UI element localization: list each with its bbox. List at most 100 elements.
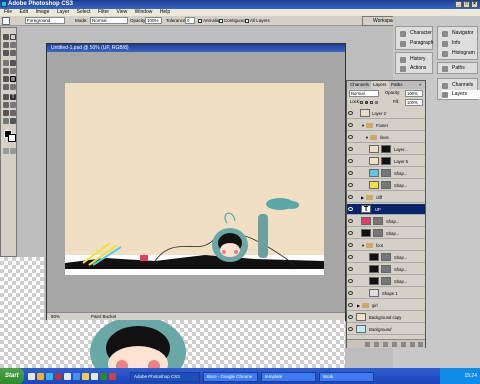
group-row[interactable]: ▼ Footer xyxy=(347,120,425,131)
expand-triangle-icon[interactable]: ▼ xyxy=(365,132,369,143)
menu-window[interactable]: Window xyxy=(135,9,153,15)
visibility-eye-icon[interactable] xyxy=(348,183,353,187)
layer-row[interactable]: Background xyxy=(347,324,425,335)
shape-tool-icon[interactable] xyxy=(10,102,16,108)
menu-edit[interactable]: Edit xyxy=(19,9,28,15)
quicklaunch-icon[interactable] xyxy=(100,373,107,380)
visibility-eye-icon[interactable] xyxy=(348,159,353,163)
dock-actions[interactable]: Actions xyxy=(400,64,438,73)
shape-row[interactable]: Shap... xyxy=(347,228,425,239)
quicklaunch-icon[interactable] xyxy=(82,373,89,380)
clock[interactable]: 15:24 xyxy=(464,373,477,379)
trash-icon[interactable] xyxy=(418,342,423,347)
notes-tool-icon[interactable] xyxy=(3,110,9,116)
blend-mode-select[interactable]: Normal xyxy=(349,90,379,97)
blur-tool-icon[interactable] xyxy=(3,84,9,90)
visibility-eye-icon[interactable] xyxy=(348,303,353,307)
group-row[interactable]: ▼ foot xyxy=(347,240,425,251)
shape-row[interactable]: Shap... xyxy=(347,264,425,275)
quicklaunch-icon[interactable] xyxy=(28,373,35,380)
move-tool-icon[interactable] xyxy=(3,34,9,40)
quicklaunch-icon[interactable] xyxy=(109,373,116,380)
fill-input[interactable]: 100% xyxy=(405,99,423,106)
dock-layers[interactable]: Layers xyxy=(442,90,480,99)
visibility-eye-icon[interactable] xyxy=(348,207,353,211)
antialias-checkbox[interactable] xyxy=(198,19,202,23)
quicklaunch-icon[interactable] xyxy=(37,373,44,380)
brush-tool-icon[interactable] xyxy=(10,60,16,66)
menu-view[interactable]: View xyxy=(116,9,127,15)
quicklaunch-icon[interactable] xyxy=(46,373,53,380)
shape-row[interactable]: Shap... xyxy=(347,252,425,263)
lock-transparency-icon[interactable] xyxy=(360,101,363,104)
marquee-tool-icon[interactable] xyxy=(10,34,16,40)
visibility-eye-icon[interactable] xyxy=(348,255,353,259)
crop-tool-icon[interactable] xyxy=(3,50,9,56)
group-row[interactable]: ▼ lines xyxy=(347,132,425,143)
healing-brush-icon[interactable] xyxy=(3,60,9,66)
dock-history[interactable]: History xyxy=(400,55,438,64)
eyedropper-tool-icon[interactable] xyxy=(10,110,16,116)
fill-source-select[interactable]: Foreground xyxy=(25,17,65,24)
quicklaunch-icon[interactable] xyxy=(91,373,98,380)
lasso-tool-icon[interactable] xyxy=(3,42,9,48)
paint-bucket-icon[interactable] xyxy=(10,76,16,82)
eraser-tool-icon[interactable] xyxy=(3,76,9,82)
visibility-eye-icon[interactable] xyxy=(348,243,353,247)
visibility-eye-icon[interactable] xyxy=(348,111,353,115)
task-photoshop[interactable]: Adobe Photoshop CS3 xyxy=(130,372,200,382)
type-tool-icon[interactable]: T xyxy=(10,94,16,100)
group-row[interactable]: ▶ cliff xyxy=(347,192,425,203)
background-color-swatch[interactable] xyxy=(8,134,16,142)
quicklaunch-icon[interactable] xyxy=(55,373,62,380)
shape-row[interactable]: Shap... xyxy=(347,276,425,287)
visibility-eye-icon[interactable] xyxy=(348,279,353,283)
expand-triangle-icon[interactable]: ▶ xyxy=(357,300,360,311)
task-chrome[interactable]: Boro - Google Chrome xyxy=(203,372,258,382)
opacity-input[interactable]: 100% xyxy=(145,17,162,24)
quicklaunch-icon[interactable] xyxy=(64,373,71,380)
new-layer-icon[interactable] xyxy=(410,342,415,347)
panel-menu-icon[interactable]: » xyxy=(419,81,422,89)
visibility-eye-icon[interactable] xyxy=(348,147,353,151)
pen-tool-icon[interactable] xyxy=(3,94,9,100)
visibility-eye-icon[interactable] xyxy=(348,327,353,331)
alllayers-checkbox[interactable] xyxy=(245,19,249,23)
start-button[interactable]: Start xyxy=(0,368,24,384)
document-canvas[interactable] xyxy=(65,83,324,275)
visibility-eye-icon[interactable] xyxy=(348,135,353,139)
visibility-eye-icon[interactable] xyxy=(348,231,353,235)
layer-opacity-input[interactable]: 100% xyxy=(405,90,423,97)
quicklaunch-icon[interactable] xyxy=(73,373,80,380)
screen-mode-icon[interactable] xyxy=(10,148,16,154)
menu-image[interactable]: Image xyxy=(35,9,49,15)
workspace-button[interactable]: Workspace xyxy=(362,16,398,26)
dock-channels[interactable]: Channels xyxy=(442,81,480,90)
mode-select[interactable]: Normal xyxy=(90,17,128,24)
magic-wand-tool-icon[interactable] xyxy=(10,42,16,48)
history-brush-icon[interactable] xyxy=(10,68,16,74)
dock-paragraph[interactable]: Paragraph xyxy=(400,39,438,48)
visibility-eye-icon[interactable] xyxy=(348,291,353,295)
link-layers-icon[interactable] xyxy=(365,342,370,347)
dock-character[interactable]: Character xyxy=(400,29,438,38)
new-group-icon[interactable] xyxy=(401,342,406,347)
add-mask-icon[interactable] xyxy=(383,342,388,347)
lock-all-icon[interactable] xyxy=(375,101,378,104)
menu-select[interactable]: Select xyxy=(77,9,91,15)
tab-paths[interactable]: Paths xyxy=(391,81,403,89)
clone-stamp-icon[interactable] xyxy=(3,68,9,74)
expand-triangle-icon[interactable]: ▼ xyxy=(361,240,365,251)
tab-layers[interactable]: Layers xyxy=(371,81,389,89)
visibility-eye-icon[interactable] xyxy=(348,315,353,319)
layer-row[interactable]: Layer 5 xyxy=(347,156,425,167)
dodge-tool-icon[interactable] xyxy=(10,84,16,90)
minimize-button[interactable]: _ xyxy=(455,1,462,8)
menu-help[interactable]: Help xyxy=(160,9,170,15)
layer-row[interactable]: Layer 2 xyxy=(347,108,425,119)
tolerance-input[interactable]: 0 xyxy=(185,17,195,24)
visibility-eye-icon[interactable] xyxy=(348,219,353,223)
visibility-eye-icon[interactable] xyxy=(348,171,353,175)
layer-style-icon[interactable] xyxy=(374,342,379,347)
dock-histogram[interactable]: Histogram xyxy=(442,49,480,58)
